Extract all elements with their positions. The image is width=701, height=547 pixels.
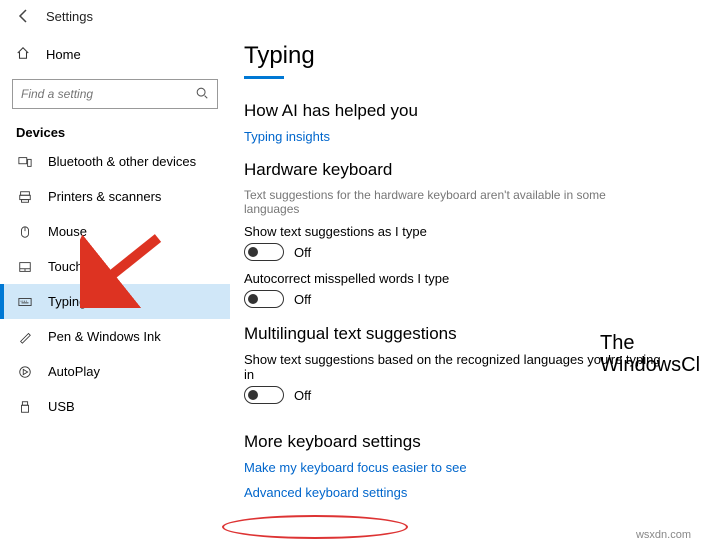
section-multi-header: Multilingual text suggestions bbox=[244, 324, 681, 344]
setting-autocorrect-label: Autocorrect misspelled words I type bbox=[244, 271, 664, 286]
sidebar-home[interactable]: Home bbox=[0, 38, 230, 71]
section-more-header: More keyboard settings bbox=[244, 432, 681, 452]
sidebar: Home Devices Bluetooth & other devices P… bbox=[0, 32, 230, 547]
sidebar-item-label: Printers & scanners bbox=[48, 189, 161, 204]
search-icon bbox=[195, 86, 209, 103]
sidebar-item-label: Touchpad bbox=[48, 259, 104, 274]
sidebar-item-label: Typing bbox=[48, 294, 86, 309]
touchpad-icon bbox=[16, 260, 34, 274]
sidebar-item-bluetooth[interactable]: Bluetooth & other devices bbox=[0, 144, 230, 179]
toggle-multi[interactable] bbox=[244, 386, 284, 404]
pen-icon bbox=[16, 330, 34, 344]
attribution: wsxdn.com bbox=[636, 529, 691, 541]
autoplay-icon bbox=[16, 365, 34, 379]
titlebar: Settings bbox=[0, 0, 701, 32]
home-icon bbox=[16, 46, 32, 63]
sidebar-group-header: Devices bbox=[0, 117, 230, 144]
sidebar-item-mouse[interactable]: Mouse bbox=[0, 214, 230, 249]
back-button[interactable] bbox=[6, 0, 42, 32]
sidebar-home-label: Home bbox=[46, 47, 81, 62]
search-input[interactable] bbox=[21, 87, 195, 101]
link-focus-easier[interactable]: Make my keyboard focus easier to see bbox=[244, 460, 681, 475]
mouse-icon bbox=[16, 225, 34, 239]
sidebar-item-autoplay[interactable]: AutoPlay bbox=[0, 354, 230, 389]
sidebar-item-printers[interactable]: Printers & scanners bbox=[0, 179, 230, 214]
link-typing-insights[interactable]: Typing insights bbox=[244, 129, 681, 144]
title-underline bbox=[244, 76, 284, 79]
section-ai-header: How AI has helped you bbox=[244, 101, 681, 121]
toggle-text-suggestions[interactable] bbox=[244, 243, 284, 261]
toggle-multi-state: Off bbox=[294, 388, 311, 403]
printer-icon bbox=[16, 190, 34, 204]
toggle-autocorrect[interactable] bbox=[244, 290, 284, 308]
keyboard-icon bbox=[16, 295, 34, 309]
hardware-desc: Text suggestions for the hardware keyboa… bbox=[244, 188, 664, 216]
devices-icon bbox=[16, 155, 34, 169]
setting-multi-label: Show text suggestions based on the recog… bbox=[244, 352, 664, 382]
toggle-text-suggestions-state: Off bbox=[294, 245, 311, 260]
sidebar-item-label: Mouse bbox=[48, 224, 87, 239]
sidebar-item-typing[interactable]: Typing bbox=[0, 284, 230, 319]
content-pane: Typing How AI has helped you Typing insi… bbox=[230, 32, 701, 547]
setting-text-suggestions-label: Show text suggestions as I type bbox=[244, 224, 664, 239]
section-hardware-header: Hardware keyboard bbox=[244, 160, 681, 180]
usb-icon bbox=[16, 400, 34, 414]
sidebar-item-pen[interactable]: Pen & Windows Ink bbox=[0, 319, 230, 354]
link-advanced-keyboard[interactable]: Advanced keyboard settings bbox=[244, 485, 681, 500]
sidebar-item-label: Pen & Windows Ink bbox=[48, 329, 161, 344]
sidebar-item-touchpad[interactable]: Touchpad bbox=[0, 249, 230, 284]
sidebar-item-label: Bluetooth & other devices bbox=[48, 154, 196, 169]
sidebar-item-usb[interactable]: USB bbox=[0, 389, 230, 424]
search-box[interactable] bbox=[12, 79, 218, 109]
toggle-autocorrect-state: Off bbox=[294, 292, 311, 307]
sidebar-item-label: USB bbox=[48, 399, 75, 414]
page-title: Typing bbox=[244, 42, 681, 70]
sidebar-item-label: AutoPlay bbox=[48, 364, 100, 379]
window-title: Settings bbox=[46, 9, 93, 24]
